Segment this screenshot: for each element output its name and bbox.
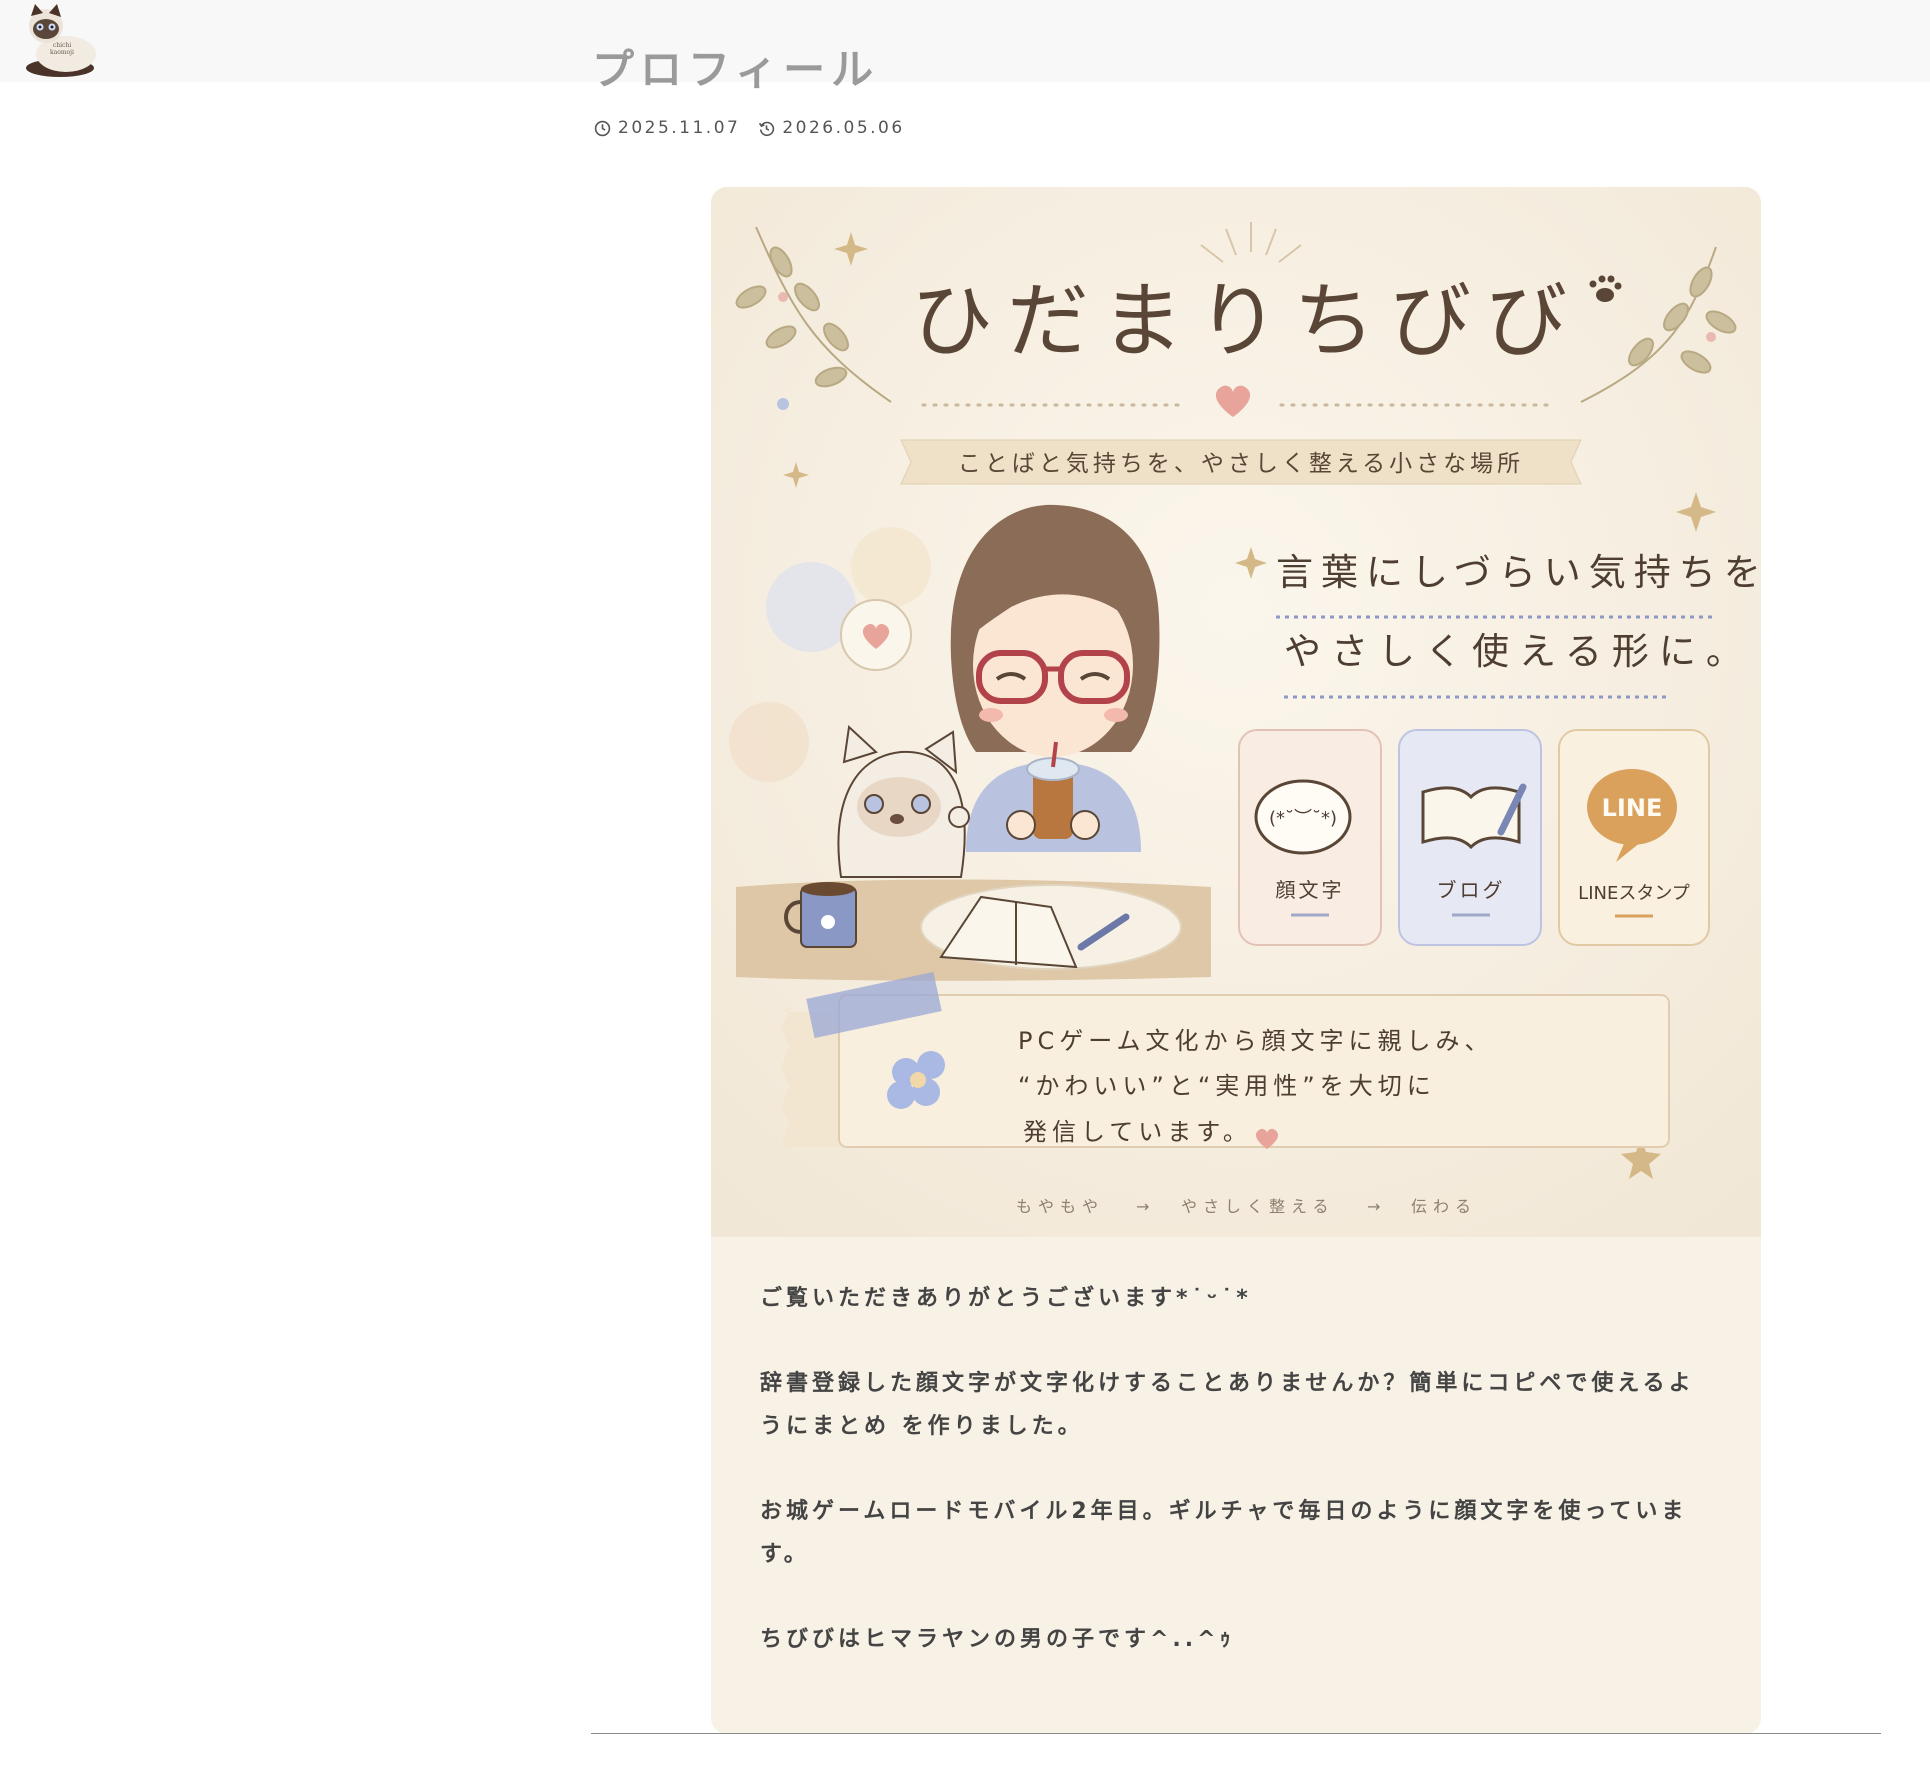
profile-body-text: ご覧いただきありがとうございます*˙ᵕ˙* 辞書登録した顔文字が文字化けすること… bbox=[760, 1277, 1720, 1703]
history-icon bbox=[759, 121, 775, 136]
body-paragraph: 辞書登録した顔文字が文字化けすることありませんか？簡単にコピペで使えるようにまと… bbox=[760, 1371, 1695, 1439]
updated-date: 2026.05.06 bbox=[758, 118, 904, 138]
svg-text:(*˘︶˘*): (*˘︶˘*) bbox=[1269, 808, 1337, 829]
body-paragraph: ちびびはヒマラヤンの男の子です^..^ｩ bbox=[760, 1627, 1235, 1652]
svg-text:もやもや: もやもや bbox=[1016, 1197, 1104, 1216]
svg-text:chichi: chichi bbox=[53, 42, 71, 49]
published-date-text: 2025.11.07 bbox=[618, 118, 741, 138]
kaomoji-link-card[interactable]: (*˘︶˘*) 顔文字 bbox=[1238, 729, 1382, 946]
content-divider bbox=[591, 1733, 1881, 1734]
svg-text:→: → bbox=[1136, 1197, 1155, 1216]
top-bar: chichi kaomoji bbox=[0, 0, 1930, 82]
intro-note-card: PCゲーム文化から顔文字に親しみ、 “かわいい”と“実用性”を大切に 発信してい… bbox=[781, 971, 1670, 1149]
blog-card-label: ブログ bbox=[1437, 878, 1506, 902]
post-dates: 2025.11.07 2026.05.06 bbox=[594, 118, 923, 138]
svg-text:→: → bbox=[1367, 1197, 1386, 1216]
svg-text:伝わる: 伝わる bbox=[1411, 1197, 1477, 1216]
svg-text:LINE: LINE bbox=[1602, 794, 1663, 822]
blog-link-card[interactable]: ブログ bbox=[1398, 729, 1542, 946]
note-line1: PCゲーム文化から顔文字に親しみ、 bbox=[1018, 1027, 1494, 1055]
banner-tagline: ことばと気持ちを、やさしく整える小さな場所 bbox=[958, 451, 1524, 477]
banner-headline-line2: やさしく使える形に。 bbox=[1284, 630, 1753, 673]
profile-banner-image: ひだまりちびび ことばと気持ちを、やさしく整える小さな場所 言葉にしづらい気持ち… bbox=[711, 187, 1761, 1237]
svg-text:kaomoji: kaomoji bbox=[50, 49, 74, 56]
line-stamp-link-card[interactable]: LINE LINEスタンプ bbox=[1558, 729, 1710, 946]
svg-text:やさしく整える: やさしく整える bbox=[1181, 1197, 1335, 1216]
banner-site-title: ひだまりちびび bbox=[911, 274, 1581, 369]
clock-icon bbox=[594, 120, 611, 136]
girl-character-illustration bbox=[950, 504, 1160, 852]
page-title: プロフィール bbox=[592, 45, 880, 94]
profile-card: ひだまりちびび ことばと気持ちを、やさしく整える小さな場所 言葉にしづらい気持ち… bbox=[711, 187, 1761, 1734]
body-paragraph: お城ゲームロードモバイル2年目。ギルチャで毎日のように顔文字を使っています。 bbox=[760, 1499, 1688, 1567]
note-line3: 発信しています。 bbox=[1023, 1118, 1252, 1146]
body-paragraph: ご覧いただきありがとうございます*˙ᵕ˙* bbox=[760, 1286, 1252, 1311]
banner-headline-line1: 言葉にしづらい気持ちを、 bbox=[1276, 551, 1761, 594]
updated-date-text: 2026.05.06 bbox=[782, 118, 905, 138]
kaomoji-card-label: 顔文字 bbox=[1276, 878, 1345, 902]
note-line2: “かわいい”と“実用性”を大切に bbox=[1018, 1072, 1436, 1100]
line-stamp-card-label: LINEスタンプ bbox=[1578, 883, 1690, 904]
site-logo[interactable]: chichi kaomoji bbox=[22, 4, 98, 78]
published-date: 2025.11.07 bbox=[594, 118, 740, 138]
